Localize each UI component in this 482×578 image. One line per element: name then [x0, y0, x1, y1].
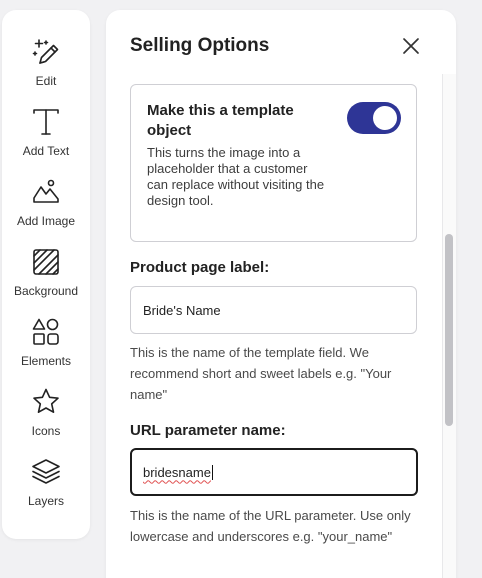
scrollbar-thumb[interactable] — [445, 234, 453, 426]
product-label-input[interactable] — [130, 286, 417, 334]
close-icon — [403, 38, 419, 54]
template-description: This turns the image into a placeholder … — [147, 145, 325, 208]
url-param-value: bridesname — [143, 464, 211, 480]
template-object-card: Make this a template object This turns t… — [130, 84, 417, 242]
magic-pencil-icon — [30, 36, 62, 68]
toolbar-item-add-image[interactable]: Add Image — [2, 176, 90, 236]
toolbar-item-label: Elements — [20, 354, 72, 368]
star-icon — [30, 386, 62, 418]
shapes-icon — [30, 316, 62, 348]
toolbar-item-label: Edit — [35, 74, 57, 88]
background-pattern-icon — [30, 246, 62, 278]
toolbar-item-edit[interactable]: Edit — [2, 36, 90, 96]
toolbar-item-label: Icons — [31, 424, 61, 438]
template-toggle[interactable] — [347, 102, 401, 134]
url-param-heading: URL parameter name: — [130, 422, 286, 439]
url-param-input[interactable]: bridesname — [130, 448, 418, 496]
product-label-heading: Product page label: — [130, 259, 270, 276]
toolbar-item-add-text[interactable]: Add Text — [2, 106, 90, 166]
toggle-knob — [373, 106, 397, 130]
mountain-image-icon — [30, 176, 62, 208]
toolbar-item-layers[interactable]: Layers — [2, 456, 90, 516]
toolbar-item-label: Add Image — [16, 214, 76, 228]
toolbar-item-icons[interactable]: Icons — [2, 386, 90, 446]
template-heading: Make this a template object — [147, 102, 294, 139]
selling-options-panel: Selling Options Make this a template obj… — [106, 10, 456, 578]
text-t-icon — [30, 106, 62, 138]
url-param-help: This is the name of the URL parameter. U… — [130, 508, 411, 544]
panel-title: Selling Options — [130, 35, 270, 56]
toolbar-item-label: Add Text — [22, 144, 70, 158]
toolbar-item-background[interactable]: Background — [2, 246, 90, 306]
close-button[interactable] — [399, 34, 423, 58]
toolbar-item-elements[interactable]: Elements — [2, 316, 90, 376]
toolbar-item-label: Layers — [27, 494, 65, 508]
product-label-help: This is the name of the template field. … — [130, 345, 392, 402]
tool-sidebar: Edit Add Text Add Image Background Eleme… — [2, 10, 90, 539]
layers-icon — [30, 456, 62, 488]
text-caret — [211, 464, 213, 480]
toolbar-item-label: Background — [13, 284, 79, 298]
